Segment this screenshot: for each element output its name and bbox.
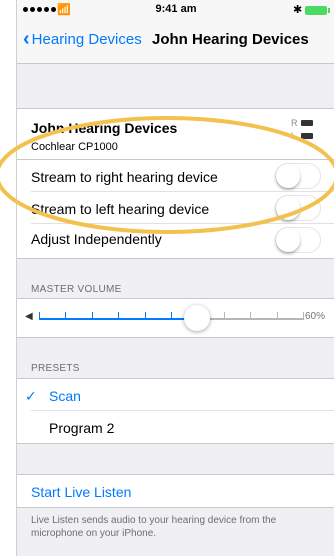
device-name: John Hearing Devices [31, 120, 178, 136]
slider-tick [91, 312, 93, 320]
preset-label-program-2: Program 2 [49, 420, 115, 436]
preset-label-scan: Scan [49, 388, 81, 404]
preset-row-scan[interactable]: ✓ Scan [17, 379, 334, 411]
divider [17, 507, 334, 508]
status-bar: 📶 9:41 am ✱ [17, 0, 334, 20]
back-button-label: Hearing Devices [31, 30, 142, 48]
volume-percent: 60% [305, 311, 326, 322]
adjust-independently-label: Adjust Independently [31, 231, 162, 247]
presets-header: PRESETS [31, 363, 80, 374]
toggle-knob [276, 228, 300, 252]
slider-tick [276, 312, 278, 320]
preset-row-program-2[interactable]: Program 2 [17, 411, 334, 443]
navigation-bar: ‹ Hearing Devices John Hearing Devices [17, 20, 334, 64]
slider-tick [144, 312, 146, 320]
speaker-icon: ◀ [25, 311, 33, 322]
stream-left-label: Stream to left hearing device [31, 201, 210, 217]
battery-icon [305, 6, 327, 15]
bluetooth-icon: ✱ [293, 4, 303, 16]
left-battery-label: L [291, 131, 297, 141]
master-volume-header: MASTER VOLUME [31, 284, 122, 295]
toggle-knob [276, 196, 300, 220]
stream-right-toggle[interactable] [275, 163, 321, 189]
divider [17, 443, 334, 444]
page-title: John Hearing Devices [152, 31, 309, 48]
back-button[interactable]: ‹ Hearing Devices [23, 29, 142, 49]
slider-tick [118, 312, 120, 320]
start-live-listen-button[interactable]: Start Live Listen [31, 484, 131, 500]
slider-tick [223, 312, 225, 320]
divider [17, 337, 334, 338]
live-listen-row[interactable]: Start Live Listen [17, 475, 334, 507]
left-battery-icon [301, 133, 313, 139]
phone-screen: 📶 9:41 am ✱ ‹ Hearing Devices John Heari… [16, 0, 334, 556]
device-cell[interactable]: John Hearing Devices Cochlear CP1000 R L [17, 109, 334, 159]
device-model: Cochlear CP1000 [31, 141, 118, 153]
toggle-knob [276, 164, 300, 188]
adjust-independently-row: Adjust Independently [17, 224, 334, 258]
chevron-left-icon: ‹ [23, 28, 30, 50]
status-time: 9:41 am [155, 3, 197, 15]
live-listen-footer: Live Listen sends audio to your hearing … [31, 515, 277, 539]
stream-right-row: Stream to right hearing device [17, 160, 334, 192]
checkmark-icon: ✓ [25, 388, 37, 404]
adjust-independently-toggle[interactable] [275, 227, 321, 253]
right-battery-label: R [291, 118, 298, 128]
stream-right-label: Stream to right hearing device [31, 169, 218, 185]
slider-tick [39, 312, 40, 320]
battery-tip [328, 8, 330, 13]
stream-left-toggle[interactable] [275, 195, 321, 221]
stream-left-row: Stream to left hearing device [17, 192, 334, 224]
slider-tick [65, 312, 67, 320]
slider-tick [303, 312, 304, 320]
right-battery-icon [301, 120, 313, 126]
slider-tick [250, 312, 252, 320]
slider-tick [171, 312, 172, 320]
divider [17, 258, 334, 259]
